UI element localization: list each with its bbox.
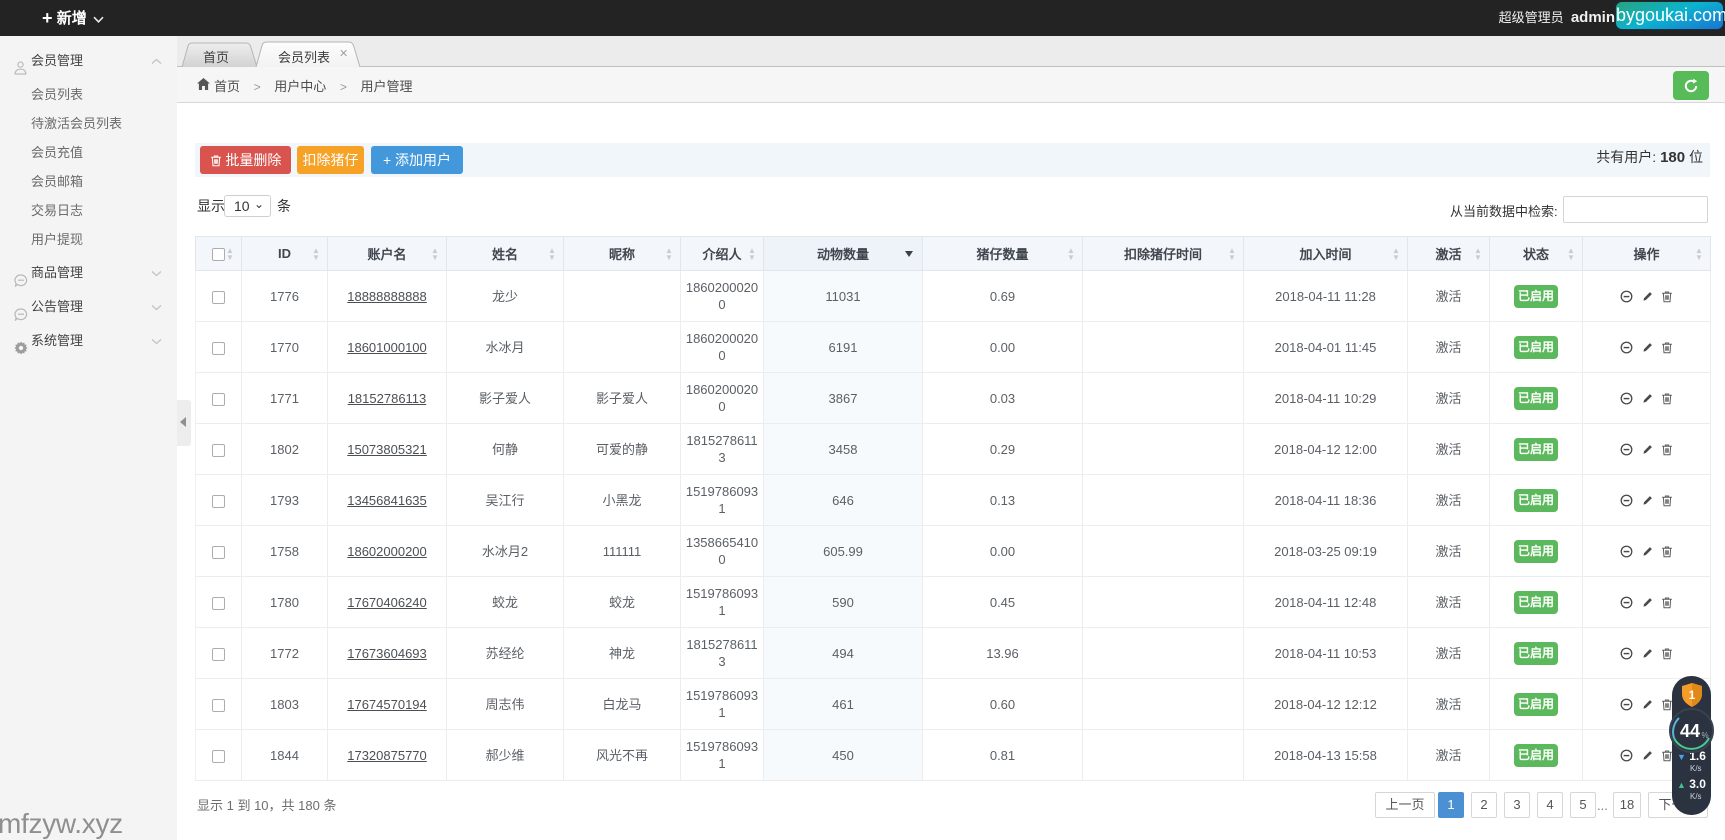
svg-text:%: % xyxy=(1701,731,1708,740)
svg-text:1: 1 xyxy=(1689,688,1696,702)
svg-text:44: 44 xyxy=(1680,721,1700,741)
